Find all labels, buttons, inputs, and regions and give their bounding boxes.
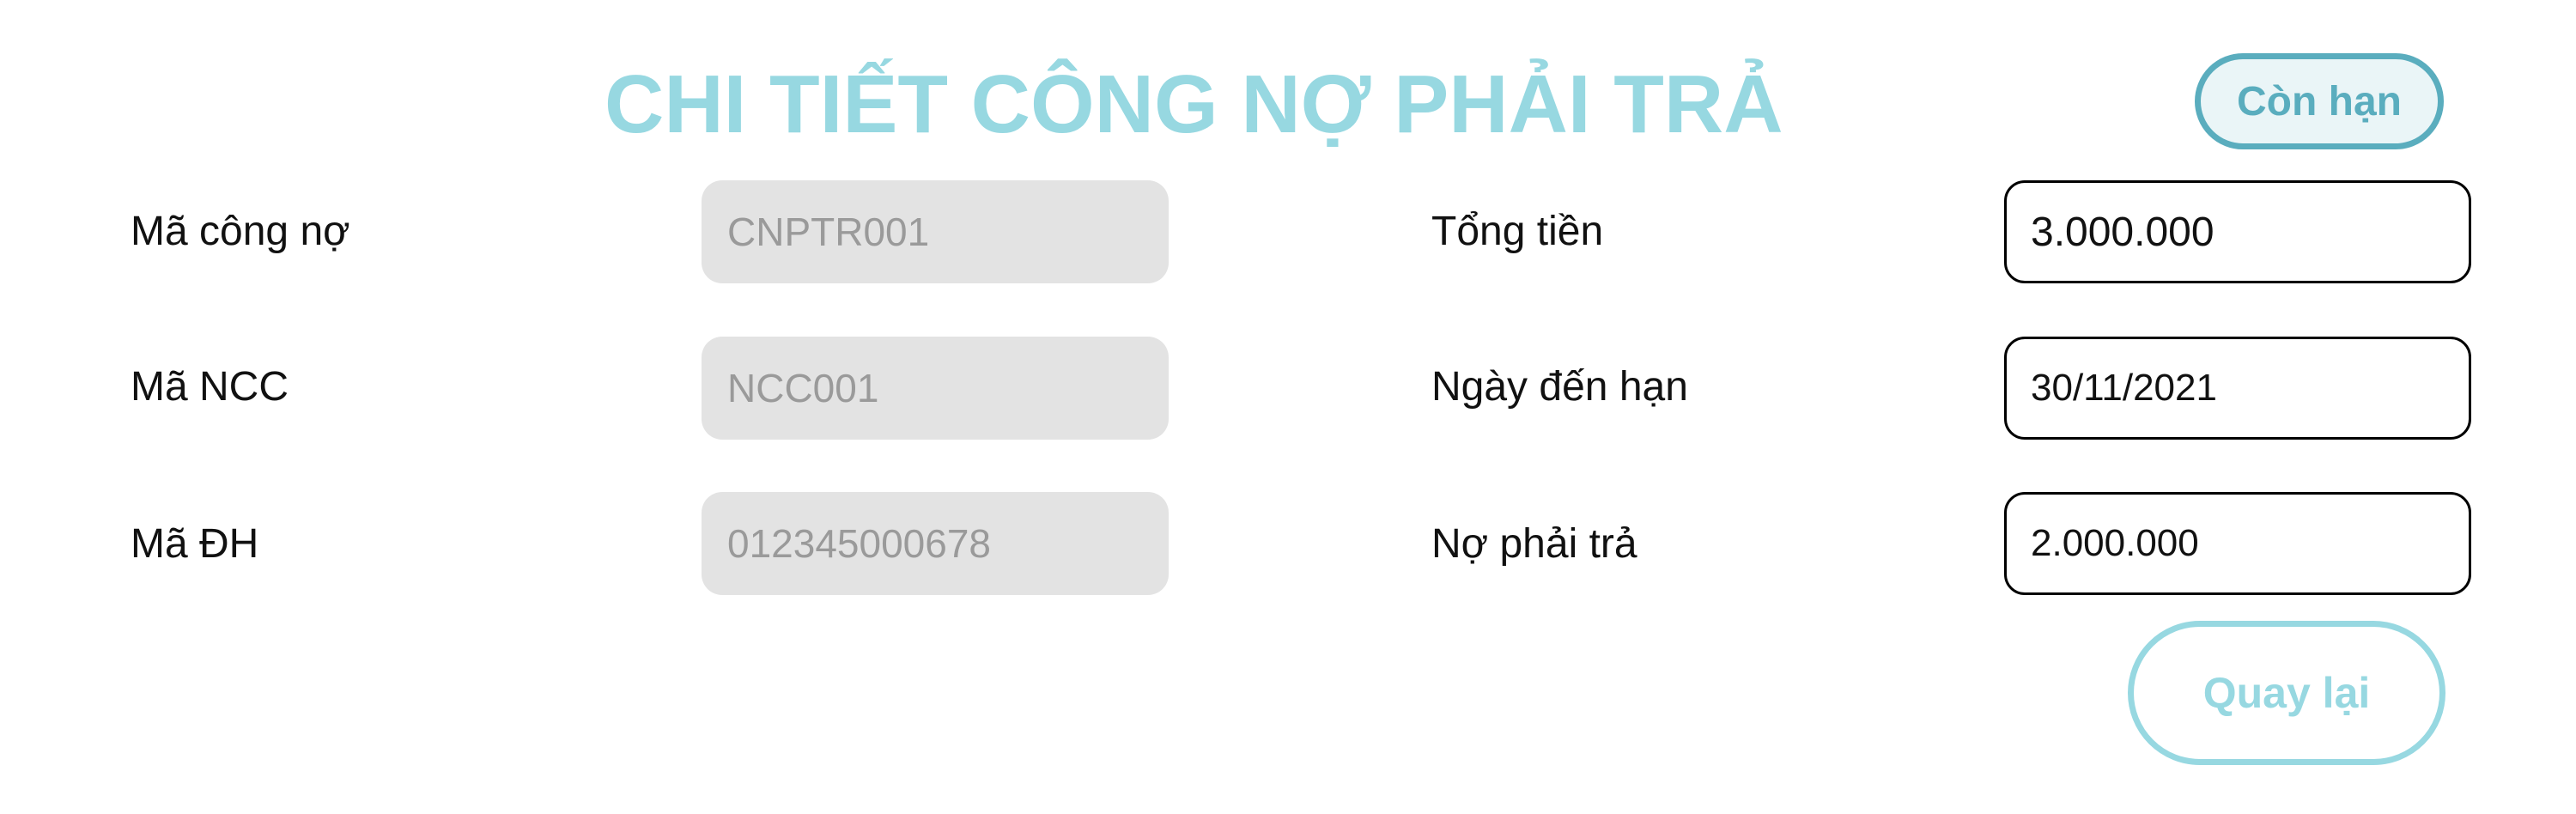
- page-title: CHI TIẾT CÔNG NỢ PHẢI TRẢ: [605, 58, 1783, 150]
- debt-code-field: CNPTR001: [702, 180, 1169, 283]
- due-date-label: Ngày đến hạn: [1431, 364, 1688, 410]
- supplier-code-label: Mã NCC: [131, 364, 289, 410]
- status-badge[interactable]: Còn hạn: [2195, 53, 2444, 149]
- supplier-code-field: NCC001: [702, 337, 1169, 440]
- total-amount-field[interactable]: 3.000.000: [2004, 180, 2471, 283]
- due-date-field[interactable]: 30/11/2021: [2004, 337, 2471, 440]
- total-amount-label: Tổng tiền: [1431, 209, 1604, 254]
- amount-payable-field[interactable]: 2.000.000: [2004, 492, 2471, 595]
- amount-payable-label: Nợ phải trả: [1431, 521, 1637, 567]
- order-code-label: Mã ĐH: [131, 521, 259, 567]
- debt-code-label: Mã công nợ: [131, 209, 350, 254]
- order-code-field: 012345000678: [702, 492, 1169, 595]
- back-button[interactable]: Quay lại: [2128, 621, 2445, 765]
